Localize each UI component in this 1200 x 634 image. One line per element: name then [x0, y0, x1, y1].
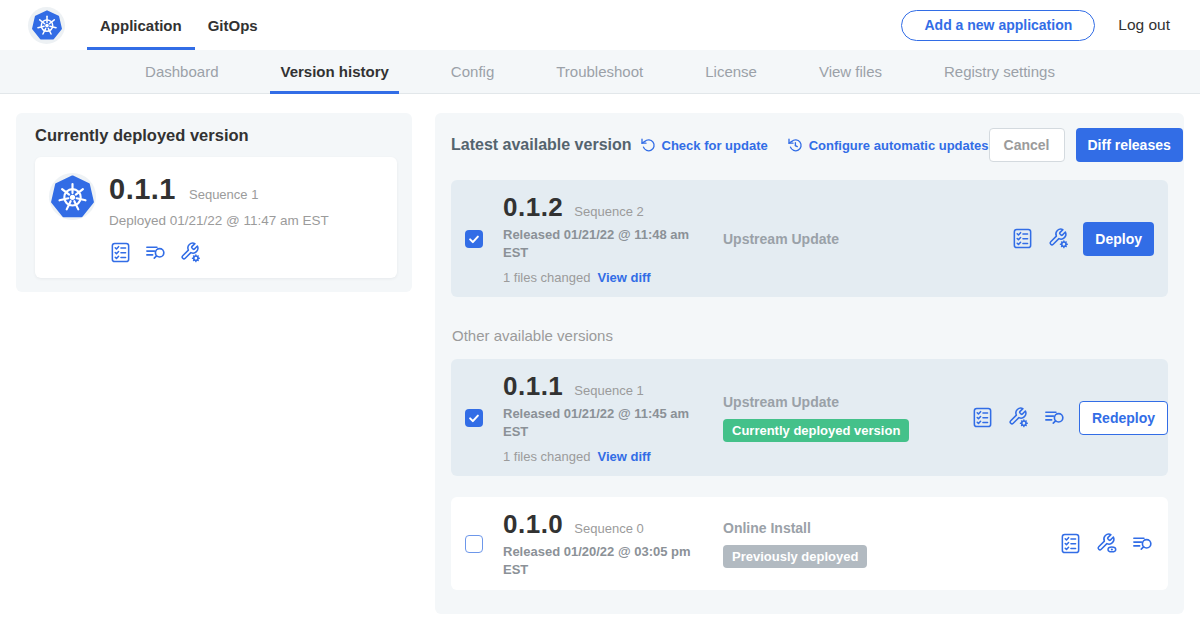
- redeploy-button[interactable]: Redeploy: [1079, 401, 1168, 435]
- config-gear-icon[interactable]: [1047, 227, 1070, 250]
- app-icon: [49, 173, 96, 220]
- version-sequence: Sequence 0: [574, 521, 643, 536]
- logs-icon[interactable]: [1131, 532, 1154, 555]
- deployed-version-number: 0.1.1: [109, 173, 176, 206]
- version-number: 0.1.0: [503, 509, 563, 540]
- version-row-0.1.0: 0.1.0 Sequence 0 Released 01/20/22 @ 03:0…: [451, 497, 1168, 590]
- cancel-button[interactable]: Cancel: [989, 128, 1065, 162]
- version-sequence: Sequence 2: [574, 204, 643, 219]
- logs-icon[interactable]: [1043, 406, 1066, 429]
- main-content: Currently deployed version 0.1.1 Sequenc…: [0, 94, 1200, 614]
- version-row-0.1.2: 0.1.2 Sequence 2 Released 01/21/22 @ 11:4…: [451, 180, 1168, 297]
- files-changed: 1 files changed: [503, 449, 590, 464]
- version-rows: 0.1.2 Sequence 2 Released 01/21/22 @ 11:4…: [451, 180, 1168, 590]
- tab-version-history[interactable]: Version history: [270, 50, 398, 93]
- logout-link[interactable]: Log out: [1118, 16, 1170, 34]
- deployed-icons: [109, 241, 329, 264]
- config-gear-icon[interactable]: [179, 241, 202, 264]
- top-nav-right: Add a new application Log out: [901, 10, 1170, 41]
- version-released: Released 01/21/22 @ 11:45 am EST: [503, 405, 693, 440]
- version-sequence: Sequence 1: [574, 383, 643, 398]
- tab-troubleshoot[interactable]: Troubleshoot: [546, 50, 653, 93]
- version-released: Released 01/20/22 @ 03:05 pm EST: [503, 543, 693, 578]
- tab-config[interactable]: Config: [441, 50, 504, 93]
- tab-application[interactable]: Application: [87, 0, 195, 50]
- version-checkbox[interactable]: [465, 409, 483, 427]
- version-source-label: Online Install: [723, 520, 971, 536]
- preflight-icon[interactable]: [109, 241, 132, 264]
- version-released: Released 01/21/22 @ 11:48 am EST: [503, 226, 693, 261]
- view-diff-link[interactable]: View diff: [597, 270, 650, 285]
- deployed-card-title: Currently deployed version: [35, 126, 397, 145]
- latest-available-title: Latest available version: [451, 136, 632, 154]
- kubernetes-logo-icon: [51, 175, 94, 218]
- version-info: 0.1.2 Sequence 2 Released 01/21/22 @ 11:4…: [503, 192, 693, 285]
- tab-gitops[interactable]: GitOps: [195, 0, 271, 50]
- files-changed: 1 files changed: [503, 270, 590, 285]
- configure-updates-link[interactable]: Configure automatic updates: [787, 137, 989, 153]
- config-gear-icon[interactable]: [1007, 406, 1030, 429]
- version-number: 0.1.1: [503, 371, 563, 402]
- kubernetes-logo-icon: [32, 10, 62, 40]
- version-source: Upstream Update Currently deployed versi…: [723, 394, 971, 442]
- version-info: 0.1.1 Sequence 1 Released 01/21/22 @ 11:4…: [503, 371, 693, 464]
- deploy-button[interactable]: Deploy: [1083, 222, 1154, 256]
- version-source-label: Upstream Update: [723, 231, 971, 247]
- subnav-tabs: Dashboard Version history Config Troublesho…: [114, 50, 1086, 93]
- currently-deployed-card: Currently deployed version 0.1.1 Sequenc…: [16, 113, 412, 292]
- version-status-badge: Previously deployed: [723, 545, 867, 568]
- preflight-icon[interactable]: [971, 406, 994, 429]
- version-history-panel: Latest available version Check for updat…: [435, 113, 1184, 614]
- add-application-button[interactable]: Add a new application: [901, 10, 1095, 41]
- top-tabs: Application GitOps: [87, 0, 271, 50]
- tab-dashboard[interactable]: Dashboard: [135, 50, 228, 93]
- refresh-icon: [640, 137, 656, 153]
- view-diff-link[interactable]: View diff: [597, 449, 650, 464]
- version-actions: Redeploy: [971, 401, 1168, 435]
- deployed-version-card: 0.1.1 Sequence 1 Deployed 01/21/22 @ 11:…: [35, 157, 397, 278]
- version-actions: [1059, 532, 1154, 555]
- version-number: 0.1.2: [503, 192, 563, 223]
- version-actions: Deploy: [1011, 222, 1154, 256]
- configure-updates-label: Configure automatic updates: [809, 138, 989, 153]
- tab-registry-settings[interactable]: Registry settings: [934, 50, 1065, 93]
- logs-icon[interactable]: [144, 241, 167, 264]
- tab-view-files[interactable]: View files: [809, 50, 892, 93]
- version-source-label: Upstream Update: [723, 394, 971, 410]
- version-source: Upstream Update: [723, 231, 971, 247]
- deployed-version-sequence: Sequence 1: [189, 187, 258, 202]
- version-row-0.1.1: 0.1.1 Sequence 1 Released 01/21/22 @ 11:4…: [451, 359, 1168, 476]
- version-checkbox[interactable]: [465, 535, 483, 553]
- check-icon: [467, 232, 481, 246]
- tab-license[interactable]: License: [695, 50, 767, 93]
- version-info: 0.1.0 Sequence 0 Released 01/20/22 @ 03:0…: [503, 509, 693, 578]
- deployed-date: Deployed 01/21/22 @ 11:47 am EST: [109, 213, 329, 228]
- auto-update-clock-icon: [787, 137, 803, 153]
- version-checkbox[interactable]: [465, 230, 483, 248]
- config-eye-icon[interactable]: [1095, 532, 1118, 555]
- app-logo: [28, 7, 65, 44]
- preflight-icon[interactable]: [1059, 532, 1082, 555]
- other-versions-label: Other available versions: [452, 327, 1168, 344]
- preflight-icon[interactable]: [1011, 227, 1034, 250]
- panel-header: Latest available version Check for updat…: [451, 128, 1168, 162]
- version-source: Online Install Previously deployed: [723, 520, 971, 568]
- check-for-update-link[interactable]: Check for update: [640, 137, 768, 153]
- check-icon: [467, 411, 481, 425]
- top-nav: Application GitOps Add a new application…: [0, 0, 1200, 50]
- version-status-badge: Currently deployed version: [723, 419, 909, 442]
- diff-releases-button[interactable]: Diff releases: [1076, 128, 1183, 162]
- check-for-update-label: Check for update: [662, 138, 768, 153]
- app-subnav: Dashboard Version history Config Troublesho…: [0, 50, 1200, 94]
